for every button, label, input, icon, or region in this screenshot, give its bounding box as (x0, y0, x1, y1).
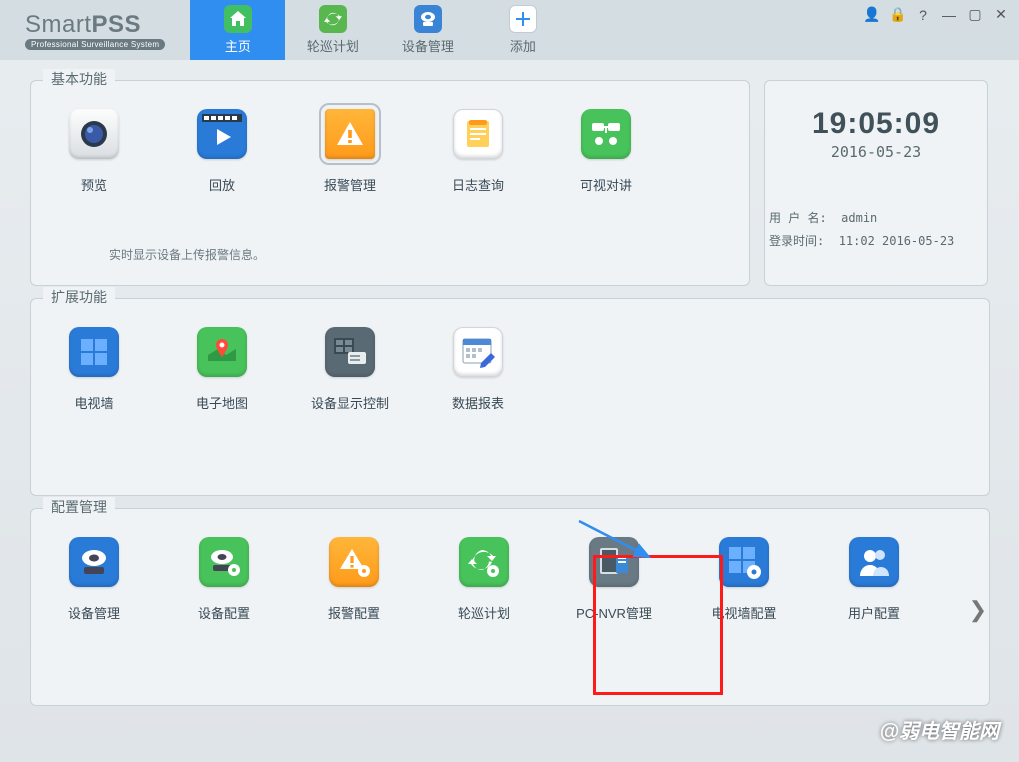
tab-device-label: 设备管理 (402, 36, 454, 55)
tile-preview[interactable]: 预览 (53, 109, 135, 194)
tile-tvwall-label: 电视墙 (74, 393, 113, 412)
user-label: 用 户 名: (769, 211, 827, 225)
tab-add[interactable]: 添加 (475, 0, 570, 60)
tile-intercom[interactable]: 可视对讲 (565, 109, 647, 194)
tab-home-label: 主页 (225, 36, 251, 55)
map-pin-icon (197, 327, 247, 377)
camera-gear-icon (199, 537, 249, 587)
tab-home[interactable]: 主页 (190, 0, 285, 60)
user-value: admin (841, 211, 877, 225)
minimize-button[interactable]: — (941, 7, 957, 23)
lock-icon[interactable]: 🔒 (889, 6, 905, 23)
tile-emap-label: 电子地图 (196, 393, 248, 412)
tile-playback[interactable]: 回放 (181, 109, 263, 194)
tile-tvwall[interactable]: 电视墙 (53, 327, 135, 412)
user-icon (849, 537, 899, 587)
calendar-pencil-icon (453, 327, 503, 377)
tile-tvwallcfg-label: 电视墙配置 (711, 603, 776, 622)
tile-log[interactable]: 日志查询 (437, 109, 519, 194)
refresh-icon (319, 5, 347, 33)
grid-gear-icon (719, 537, 769, 587)
panel-ext-title: 扩展功能 (43, 287, 115, 307)
clock-time: 19:05:09 (765, 107, 987, 141)
tab-device[interactable]: 设备管理 (380, 0, 475, 60)
intercom-icon (581, 109, 631, 159)
tile-alarm-label: 报警管理 (324, 175, 376, 194)
tile-devmgr[interactable]: 设备管理 (53, 537, 135, 622)
tile-devmgr-label: 设备管理 (68, 603, 120, 622)
user-icon[interactable]: 👤 (863, 6, 879, 23)
tile-intercom-label: 可视对讲 (580, 175, 632, 194)
camera-icon (69, 537, 119, 587)
panel-ext: 扩展功能 电视墙 电子地图 (30, 298, 990, 496)
watermark: @弱电智能网 (879, 715, 999, 744)
grid-icon (69, 327, 119, 377)
plus-icon (509, 5, 537, 33)
panel-basic: 基本功能 预览 回放 报警 (30, 80, 750, 286)
tile-tvwallcfg[interactable]: 电视墙配置 (703, 537, 785, 622)
panel-clock: 19:05:09 2016-05-23 用 户 名: admin 登录时间: 1… (764, 80, 988, 286)
tile-alarm[interactable]: 报警管理 (309, 109, 391, 194)
lens-icon (69, 109, 119, 159)
panel-basic-title: 基本功能 (43, 69, 115, 89)
server-icon (589, 537, 639, 587)
panel-cfg: 配置管理 设备管理 设备配置 (30, 508, 990, 706)
help-icon[interactable]: ? (915, 7, 931, 23)
refresh-gear-icon (459, 537, 509, 587)
login-value: 11:02 2016-05-23 (839, 234, 955, 248)
camera-icon (414, 5, 442, 33)
play-icon (197, 109, 247, 159)
tab-patrol-label: 轮巡计划 (307, 36, 359, 55)
tile-patrolcfg-label: 轮巡计划 (458, 603, 510, 622)
tile-patrolcfg[interactable]: 轮巡计划 (443, 537, 525, 622)
tile-preview-label: 预览 (81, 175, 107, 194)
warning-icon (325, 109, 375, 159)
tile-devdisp[interactable]: 设备显示控制 (309, 327, 391, 412)
tile-pcnvr[interactable]: PC-NVR管理 (573, 537, 655, 622)
tile-emap[interactable]: 电子地图 (181, 327, 263, 412)
tile-usercfg-label: 用户配置 (848, 603, 900, 622)
display-grid-icon (325, 327, 375, 377)
panel-basic-hint: 实时显示设备上传报警信息。 (109, 246, 265, 263)
tile-report[interactable]: 数据报表 (437, 327, 519, 412)
tab-add-label: 添加 (510, 36, 536, 55)
tile-alarmcfg-label: 报警配置 (328, 603, 380, 622)
log-icon (453, 109, 503, 159)
warning-gear-icon (329, 537, 379, 587)
tile-usercfg[interactable]: 用户配置 (833, 537, 915, 622)
tile-log-label: 日志查询 (452, 175, 504, 194)
tile-alarmcfg[interactable]: 报警配置 (313, 537, 395, 622)
clock-date: 2016-05-23 (765, 143, 987, 161)
tab-patrol[interactable]: 轮巡计划 (285, 0, 380, 60)
tile-devcfg[interactable]: 设备配置 (183, 537, 265, 622)
home-icon (224, 5, 252, 33)
tile-report-label: 数据报表 (452, 393, 504, 412)
app-logo: SmartPSS Professional Surveillance Syste… (25, 11, 165, 50)
maximize-button[interactable]: ▢ (967, 6, 983, 23)
tile-pcnvr-label: PC-NVR管理 (576, 603, 652, 622)
next-arrow-icon[interactable]: ❯ (969, 597, 987, 623)
tile-devcfg-label: 设备配置 (198, 603, 250, 622)
panel-cfg-title: 配置管理 (43, 497, 115, 517)
tile-playback-label: 回放 (209, 175, 235, 194)
close-button[interactable]: ✕ (993, 6, 1009, 23)
tile-devdisp-label: 设备显示控制 (311, 393, 389, 412)
login-label: 登录时间: (769, 234, 824, 248)
